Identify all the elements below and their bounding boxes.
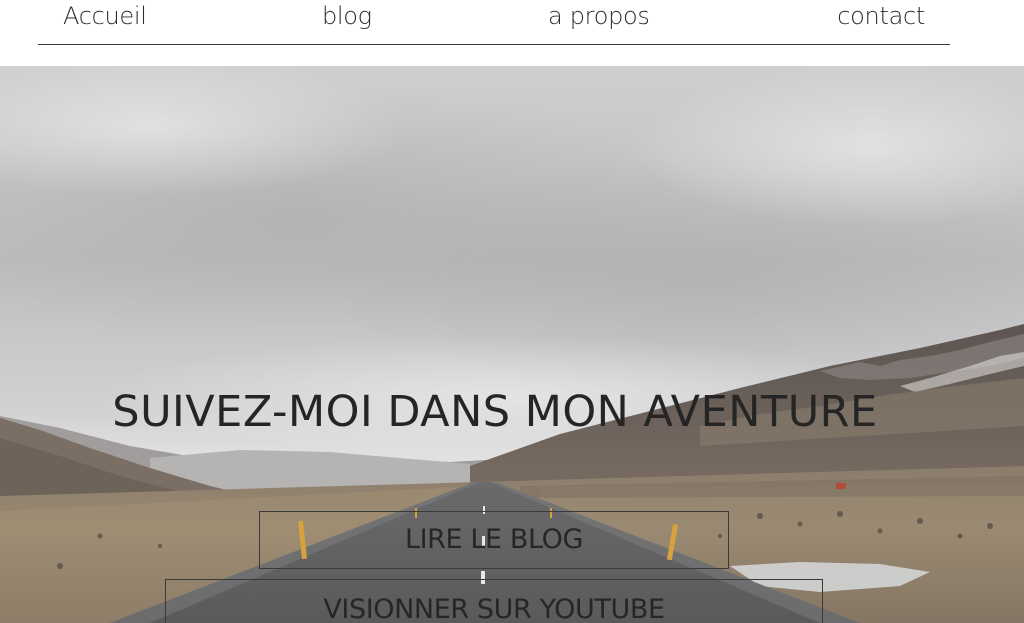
nav-link-accueil[interactable]: Accueil <box>63 2 147 30</box>
page: Accueil blog a propos contact SUIVEZ-MOI… <box>0 0 1024 623</box>
hero-headline: SUIVEZ-MOI DANS MON AVENTURE <box>112 387 878 437</box>
watch-youtube-button[interactable]: VISIONNER SUR YOUTUBE <box>165 579 823 623</box>
nav-link-contact[interactable]: contact <box>837 2 925 30</box>
read-blog-button[interactable]: LIRE LE BLOG <box>259 511 729 569</box>
hero-section: SUIVEZ-MOI DANS MON AVENTURE LIRE LE BLO… <box>0 66 1024 623</box>
nav-link-blog[interactable]: blog <box>322 2 372 30</box>
nav-link-a-propos[interactable]: a propos <box>548 2 650 30</box>
top-navigation: Accueil blog a propos contact <box>38 0 950 45</box>
